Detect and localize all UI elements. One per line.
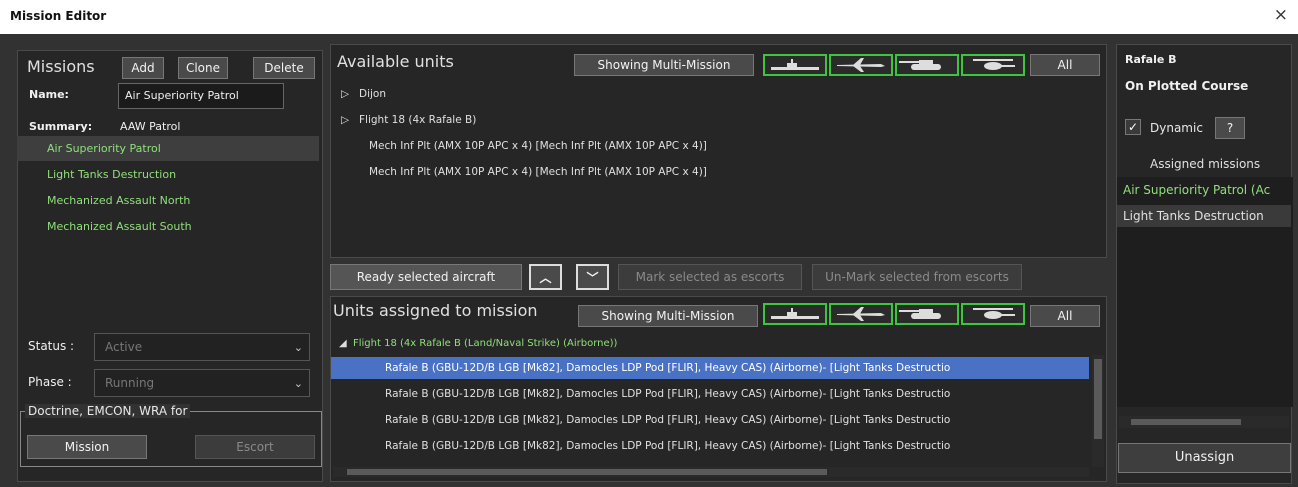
assigned-missions-scrollbar[interactable]	[1119, 416, 1289, 428]
assigned-unit-label: Rafale B (GBU-12D/B LGB [Mk82], Damocles…	[385, 362, 951, 374]
expand-icon[interactable]: ▷	[341, 83, 359, 105]
helicopter-filter-button[interactable]	[961, 54, 1025, 76]
available-all-button[interactable]: All	[1030, 54, 1100, 76]
assigned-unit-label: Rafale B (GBU-12D/B LGB [Mk82], Damocles…	[385, 414, 951, 426]
chevron-down-icon: ﹀	[586, 271, 599, 285]
ship-icon	[771, 308, 819, 319]
dynamic-checkbox[interactable]: ✓	[1125, 119, 1141, 135]
assigned-unit-row[interactable]: Rafale B (GBU-12D/B LGB [Mk82], Damocles…	[331, 383, 1089, 405]
assigned-group-row[interactable]: ◢ Flight 18 (4x Rafale B (Land/Naval Stri…	[339, 333, 617, 355]
tank-icon	[899, 60, 941, 70]
delete-mission-button[interactable]: Delete	[253, 57, 315, 79]
unit-name: Rafale B	[1125, 53, 1177, 66]
phase-label: Phase :	[28, 375, 72, 389]
ready-selected-aircraft-button[interactable]: Ready selected aircraft	[330, 264, 522, 290]
mark-escorts-button[interactable]: Mark selected as escorts	[618, 264, 802, 290]
status-value: Active	[105, 340, 143, 354]
assigned-missions-list: Air Superiority Patrol (Ac Light Tanks D…	[1117, 177, 1293, 407]
available-units-header: Available units	[337, 52, 454, 71]
phase-dropdown[interactable]: Running ⌄	[94, 369, 310, 397]
unit-detail-pane: Rafale B On Plotted Course ✓ Dynamic ? A…	[1116, 44, 1293, 484]
clone-mission-button[interactable]: Clone	[178, 57, 228, 79]
phase-value: Running	[105, 376, 155, 390]
unassign-button[interactable]: Unassign	[1118, 443, 1291, 473]
dynamic-label: Dynamic	[1150, 121, 1203, 135]
doctrine-label: Doctrine, EMCON, WRA for	[25, 404, 191, 418]
summary-value: AAW Patrol	[120, 120, 181, 133]
available-filter-button[interactable]: Showing Multi-Mission	[574, 54, 754, 76]
ship-filter-button[interactable]	[763, 54, 827, 76]
mission-item[interactable]: Mechanized Assault North	[17, 188, 319, 213]
chevron-down-icon: ⌄	[293, 377, 303, 390]
close-icon[interactable]: ×	[1274, 5, 1288, 25]
chevron-down-icon: ⌄	[293, 341, 303, 354]
title-bar: Mission Editor ×	[0, 0, 1298, 34]
mission-item[interactable]: Light Tanks Destruction	[17, 162, 319, 187]
missions-header: Missions	[27, 57, 95, 76]
unit-row-label: Mech Inf Plt (AMX 10P APC x 4) [Mech Inf…	[369, 166, 707, 178]
assigned-unit-label: Rafale B (GBU-12D/B LGB [Mk82], Damocles…	[385, 440, 951, 452]
chevron-up-icon: ︿	[539, 271, 552, 285]
collapse-icon[interactable]: ◢	[339, 333, 353, 355]
assigned-unit-label: Rafale B (GBU-12D/B LGB [Mk82], Damocles…	[385, 388, 951, 400]
unmark-escorts-button[interactable]: Un-Mark selected from escorts	[812, 264, 1022, 290]
assigned-filter-button[interactable]: Showing Multi-Mission	[578, 305, 758, 327]
unit-row-label: Dijon	[359, 88, 386, 100]
summary-label: Summary:	[29, 120, 93, 133]
aircraft-filter-button[interactable]	[829, 54, 893, 76]
tank-icon	[899, 309, 941, 319]
scrollbar-thumb[interactable]	[1131, 419, 1241, 425]
assigned-mission-item[interactable]: Air Superiority Patrol (Ac	[1117, 179, 1291, 201]
mission-item[interactable]: Mechanized Assault South	[17, 214, 319, 239]
unit-row[interactable]: ▷ Flight 18 (4x Rafale B)	[341, 109, 476, 131]
assigned-group-label: Flight 18 (4x Rafale B (Land/Naval Strik…	[353, 338, 618, 349]
assigned-unit-row[interactable]: Rafale B (GBU-12D/B LGB [Mk82], Damocles…	[331, 357, 1089, 379]
unit-row[interactable]: Mech Inf Plt (AMX 10P APC x 4) [Mech Inf…	[369, 135, 707, 157]
helicopter-icon	[973, 308, 1015, 319]
name-label: Name:	[29, 88, 69, 101]
unit-course: On Plotted Course	[1125, 79, 1249, 93]
expand-icon[interactable]: ▷	[341, 109, 359, 131]
mission-item[interactable]: Air Superiority Patrol	[17, 136, 319, 161]
status-dropdown[interactable]: Active ⌄	[94, 333, 310, 361]
assigned-unit-row[interactable]: Rafale B (GBU-12D/B LGB [Mk82], Damocles…	[331, 409, 1089, 431]
add-mission-button[interactable]: Add	[122, 57, 164, 79]
aircraft-filter-button[interactable]	[829, 303, 893, 325]
move-down-button[interactable]: ﹀	[576, 264, 609, 290]
window-title: Mission Editor	[10, 9, 107, 23]
unit-row[interactable]: Mech Inf Plt (AMX 10P APC x 4) [Mech Inf…	[369, 161, 707, 183]
available-units-pane: Available units Showing Multi-Mission Al…	[330, 44, 1107, 258]
mission-doctrine-button[interactable]: Mission	[27, 435, 147, 459]
aircraft-icon	[837, 58, 885, 72]
tank-filter-button[interactable]	[895, 54, 959, 76]
move-up-button[interactable]: ︿	[529, 264, 562, 290]
unit-row-label: Mech Inf Plt (AMX 10P APC x 4) [Mech Inf…	[369, 140, 707, 152]
unit-row-label: Flight 18 (4x Rafale B)	[359, 114, 477, 126]
tank-filter-button[interactable]	[895, 303, 959, 325]
status-label: Status :	[28, 339, 75, 353]
ship-filter-button[interactable]	[763, 303, 827, 325]
assigned-horizontal-scrollbar[interactable]	[333, 467, 1089, 477]
aircraft-icon	[837, 307, 885, 321]
helicopter-icon	[973, 59, 1015, 70]
unit-row[interactable]: ▷ Dijon	[341, 83, 386, 105]
scrollbar-thumb[interactable]	[347, 469, 827, 475]
ship-icon	[771, 59, 819, 70]
mission-editor-body: Missions Add Clone Delete Name: Air Supe…	[0, 34, 1298, 487]
assigned-mission-item[interactable]: Light Tanks Destruction	[1117, 205, 1291, 227]
assigned-units-pane: Units assigned to mission Showing Multi-…	[330, 296, 1107, 482]
assigned-vertical-scrollbar[interactable]	[1092, 355, 1104, 467]
escort-doctrine-button[interactable]: Escort	[195, 435, 315, 459]
scrollbar-thumb[interactable]	[1094, 359, 1102, 439]
helicopter-filter-button[interactable]	[961, 303, 1025, 325]
help-button[interactable]: ?	[1215, 117, 1245, 139]
assigned-units-header: Units assigned to mission	[333, 301, 538, 320]
mission-name-field[interactable]: Air Superiority Patrol	[118, 83, 284, 109]
assigned-unit-row[interactable]: Rafale B (GBU-12D/B LGB [Mk82], Damocles…	[331, 435, 1089, 457]
assigned-all-button[interactable]: All	[1030, 305, 1100, 327]
assigned-missions-header: Assigned missions	[1150, 157, 1261, 171]
